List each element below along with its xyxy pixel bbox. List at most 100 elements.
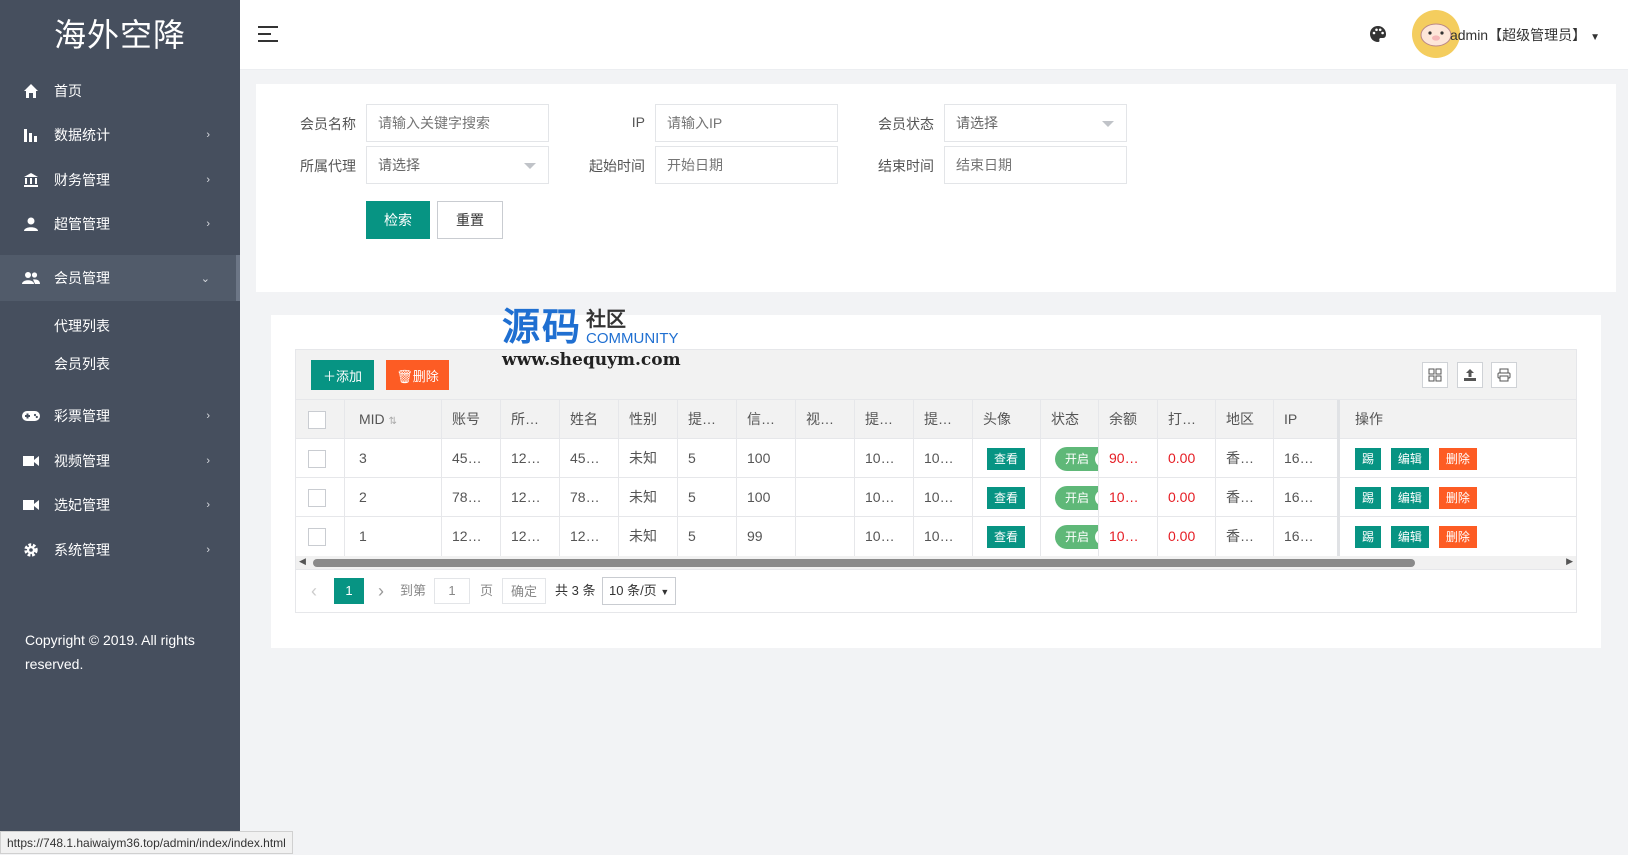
sidebar-item-selection[interactable]: 选妃管理 › — [0, 482, 240, 528]
edit-button[interactable]: 编辑 — [1390, 487, 1429, 510]
header-cell: 性别 — [618, 400, 677, 439]
menu-toggle-icon[interactable] — [258, 26, 278, 42]
columns-filter-icon[interactable] — [1422, 362, 1448, 388]
sidebar-item-label: 视频管理 — [54, 453, 110, 469]
cell-name: 78… — [559, 478, 618, 517]
cell-c5: 5 — [677, 478, 736, 517]
watermark-main: 源码 — [502, 307, 583, 349]
select-all-cell — [296, 400, 344, 439]
delete-row-button[interactable]: 删除 — [1438, 448, 1477, 471]
sidebar-item-members[interactable]: 会员管理 ⌄ — [0, 255, 240, 301]
scroll-right-icon[interactable]: ▶ — [1566, 556, 1573, 567]
scrollbar-thumb[interactable] — [313, 559, 1415, 567]
watermark-en: COMMUNITY — [586, 330, 679, 347]
member-status-label: 会员状态 — [878, 116, 934, 132]
start-time-label: 起始时间 — [589, 158, 645, 174]
print-icon[interactable] — [1491, 362, 1517, 388]
sidebar-item-label: 超管管理 — [54, 216, 110, 232]
scroll-left-icon[interactable]: ◀ — [299, 556, 306, 567]
sidebar-item-superadmin[interactable]: 超管管理 › — [0, 201, 240, 247]
header-cell: 状态 — [1040, 400, 1098, 439]
edit-button[interactable]: 编辑 — [1390, 526, 1429, 549]
batch-delete-button[interactable]: 🗑删除 — [386, 360, 449, 390]
cell-name: 12… — [559, 517, 618, 556]
status-toggle[interactable]: 开启 — [1055, 486, 1098, 511]
start-date-input[interactable] — [655, 146, 838, 184]
header-cell: 头像 — [972, 400, 1040, 439]
view-avatar-button[interactable]: 查看 — [987, 526, 1026, 549]
table-row: 2 78… 12… 78… 未知 5 100 10… 10… 查看 开启 10…… — [296, 478, 1576, 517]
page-number-input[interactable] — [434, 578, 470, 604]
sort-icon[interactable]: ⇅ — [389, 416, 397, 427]
ip-input[interactable] — [655, 104, 838, 142]
status-toggle[interactable]: 开启 — [1055, 525, 1098, 550]
sidebar-item-label: 会员管理 — [54, 270, 110, 286]
sidebar-item-stats[interactable]: 数据统计 › — [0, 112, 240, 158]
delete-row-button[interactable]: 删除 — [1438, 526, 1477, 549]
confirm-page-button[interactable]: 确定 — [502, 578, 546, 604]
sidebar-item-video[interactable]: 视频管理 › — [0, 438, 240, 484]
prev-page-icon[interactable]: ‹ — [311, 578, 317, 604]
cell-agent: 12… — [500, 478, 559, 517]
sidebar-item-finance[interactable]: 财务管理 › — [0, 157, 240, 203]
cell-balance: 10… — [1098, 517, 1157, 556]
kick-button[interactable]: 踢 — [1355, 487, 1382, 510]
member-status-select[interactable]: 请选择 — [944, 104, 1127, 142]
sidebar-item-label: 选妃管理 — [54, 497, 110, 513]
add-button[interactable]: ＋添加 — [311, 360, 374, 390]
cell-balance: 90… — [1098, 439, 1157, 478]
header-cell: 信… — [736, 400, 795, 439]
next-page-icon[interactable]: › — [378, 578, 384, 604]
row-checkbox[interactable] — [308, 528, 326, 547]
reset-button[interactable]: 重置 — [437, 201, 503, 239]
cell-agent: 12… — [500, 517, 559, 556]
edit-button[interactable]: 编辑 — [1390, 448, 1429, 471]
cell-actions: 踢 编辑 删除 — [1337, 439, 1576, 478]
kick-button[interactable]: 踢 — [1355, 448, 1382, 471]
header-cell: 姓名 — [559, 400, 618, 439]
header-cell: 提… — [913, 400, 972, 439]
cell-region: 香… — [1215, 478, 1273, 517]
chevron-right-icon: › — [206, 129, 210, 141]
member-name-input[interactable] — [366, 104, 549, 142]
pagination: ‹ 1 › 到第 页 确定 共 3 条 10 条/页 ▼ — [296, 570, 1576, 614]
export-icon[interactable] — [1457, 362, 1483, 388]
app-logo-title[interactable]: 海外空降 — [0, 0, 240, 70]
kick-button[interactable]: 踢 — [1355, 526, 1382, 549]
view-avatar-button[interactable]: 查看 — [987, 487, 1026, 510]
cell-c13: 0.00 — [1157, 517, 1215, 556]
cell-account: 45… — [441, 439, 500, 478]
cell-c9: 10… — [913, 478, 972, 517]
cell-c5: 5 — [677, 439, 736, 478]
cell-mid: 1 — [344, 517, 441, 556]
member-status-value: 请选择 — [956, 115, 998, 131]
select-all-checkbox[interactable] — [308, 411, 326, 430]
view-avatar-button[interactable]: 查看 — [987, 448, 1026, 471]
end-date-input[interactable] — [944, 146, 1127, 184]
sidebar-item-system[interactable]: 系统管理 › — [0, 527, 240, 573]
sidebar-item-lottery[interactable]: 彩票管理 › — [0, 393, 240, 439]
row-checkbox[interactable] — [308, 450, 326, 469]
cell-c9: 10… — [913, 517, 972, 556]
horizontal-scrollbar[interactable]: ◀ ▶ — [296, 556, 1576, 570]
sidebar-subitem-agent-list[interactable]: 代理列表 — [0, 307, 240, 345]
agent-label: 所属代理 — [300, 158, 356, 174]
delete-row-button[interactable]: 删除 — [1438, 487, 1477, 510]
watermark-logo: 源码 社区 COMMUNITY www.shequym.com — [502, 308, 681, 370]
user-menu[interactable]: admin【超级管理员】 ▼ — [1450, 25, 1600, 45]
table-row: 1 12… 12… 12… 未知 5 99 10… 10… 查看 开启 10… … — [296, 517, 1576, 556]
search-button[interactable]: 检索 — [366, 201, 430, 239]
page-1-button[interactable]: 1 — [334, 578, 364, 604]
agent-select[interactable]: 请选择 — [366, 146, 549, 184]
header-cell: 提… — [854, 400, 913, 439]
header-cell[interactable]: MID ⇅ — [344, 400, 441, 439]
cell-gender: 未知 — [618, 478, 677, 517]
status-toggle[interactable]: 开启 — [1055, 447, 1098, 472]
page-size-select[interactable]: 10 条/页 ▼ — [602, 577, 677, 605]
delete-label: 删除 — [412, 368, 439, 384]
sidebar-item-home[interactable]: 首页 — [0, 68, 240, 114]
cell-c7 — [795, 439, 854, 478]
sidebar-subitem-member-list[interactable]: 会员列表 — [0, 345, 240, 383]
palette-icon[interactable] — [1368, 24, 1388, 44]
row-checkbox[interactable] — [308, 489, 326, 508]
